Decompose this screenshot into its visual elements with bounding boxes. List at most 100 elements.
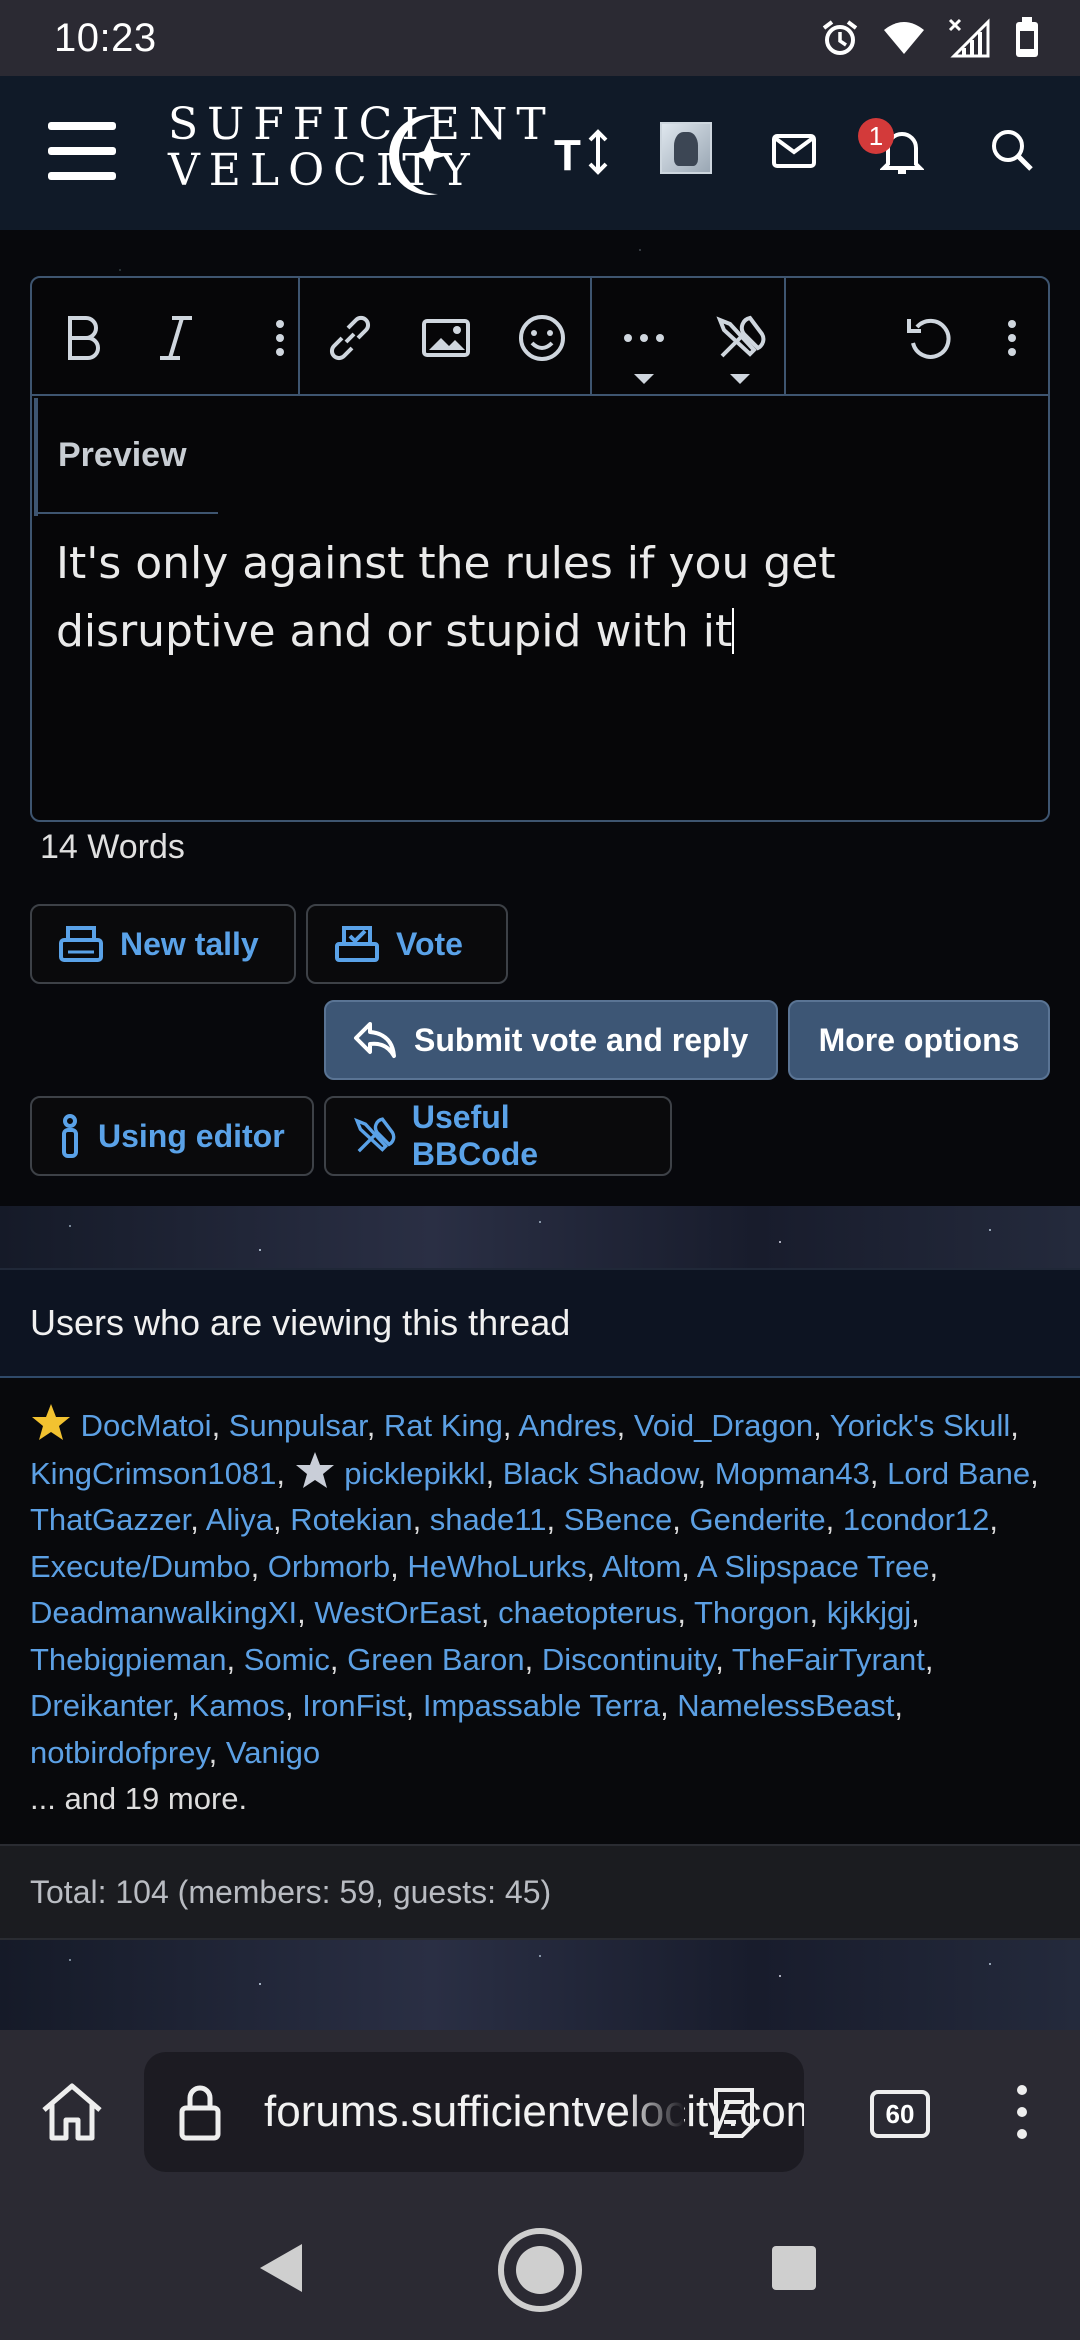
user-link[interactable]: NamelessBeast — [677, 1688, 894, 1723]
emoji-icon[interactable] — [510, 306, 574, 370]
user-link[interactable]: HeWhoLurks — [407, 1549, 586, 1584]
useful-bbcode-button[interactable]: Useful BBCode — [324, 1096, 672, 1176]
user-link[interactable]: Impassable Terra — [423, 1688, 660, 1723]
user-link[interactable]: kjkkjgj — [827, 1595, 911, 1630]
user-link[interactable]: Orbmorb — [268, 1549, 390, 1584]
user-link[interactable]: Yorick's Skull — [830, 1408, 1011, 1443]
user-link[interactable]: A Slipspace Tree — [697, 1549, 930, 1584]
user-link[interactable]: Aliya — [206, 1502, 273, 1537]
user-link[interactable]: Discontinuity — [542, 1642, 715, 1677]
more-vertical-icon[interactable] — [260, 306, 300, 370]
more-horizontal-icon[interactable] — [612, 306, 676, 370]
user-link[interactable]: Green Baron — [347, 1642, 525, 1677]
lock-icon — [179, 2085, 221, 2141]
user-link[interactable]: Dreikanter — [30, 1688, 171, 1723]
more-users[interactable]: ... and 19 more. — [30, 1776, 1050, 1823]
notification-badge: 1 — [858, 118, 894, 154]
status-icons — [820, 17, 1040, 59]
viewers-list: DocMatoi, Sunpulsar, Rat King, Andres, V… — [0, 1378, 1080, 1844]
user-link[interactable]: notbirdofprey — [30, 1735, 209, 1770]
search-icon[interactable] — [990, 128, 1034, 172]
star-icon — [32, 1404, 70, 1440]
mail-icon[interactable] — [772, 134, 816, 170]
user-link[interactable]: Black Shadow — [503, 1456, 698, 1491]
user-link[interactable]: Genderite — [690, 1502, 826, 1537]
text-size-icon[interactable]: T — [554, 124, 610, 180]
home-button-icon[interactable] — [496, 2226, 584, 2314]
menu-icon[interactable] — [48, 122, 120, 182]
user-link[interactable]: WestOrEast — [314, 1595, 481, 1630]
user-link[interactable]: Andres — [518, 1408, 616, 1443]
user-link[interactable]: picklepikkl — [344, 1456, 485, 1491]
browser-menu-icon[interactable] — [1016, 2082, 1028, 2142]
vote-button[interactable]: Vote — [306, 904, 508, 984]
user-link[interactable]: Void_Dragon — [634, 1408, 813, 1443]
avatar[interactable] — [660, 122, 712, 174]
user-link[interactable]: Sunpulsar — [229, 1408, 367, 1443]
user-link[interactable]: Somic — [244, 1642, 330, 1677]
user-link[interactable]: DeadmanwalkingXI — [30, 1595, 297, 1630]
using-editor-label: Using editor — [98, 1117, 285, 1154]
text-caret — [732, 608, 735, 654]
user-link[interactable]: Lord Bane — [887, 1456, 1030, 1491]
user-link[interactable]: Thebigpieman — [30, 1642, 226, 1677]
recents-icon[interactable] — [770, 2244, 818, 2292]
android-nav-bar — [0, 2198, 1080, 2340]
user-link[interactable]: chaetopterus — [498, 1595, 677, 1630]
editor-toolbar — [32, 278, 1048, 396]
more-options-button[interactable]: More options — [788, 1000, 1050, 1080]
undo-icon[interactable] — [898, 306, 962, 370]
reader-mode-icon[interactable] — [710, 2086, 758, 2138]
user-link[interactable]: Thorgon — [694, 1595, 809, 1630]
user-link[interactable]: Rotekian — [290, 1502, 412, 1537]
bold-icon[interactable] — [52, 306, 116, 370]
back-icon[interactable] — [256, 2240, 306, 2296]
more-vertical-icon[interactable] — [992, 306, 1032, 370]
logo-star-icon — [389, 115, 448, 195]
preview-label: Preview — [58, 436, 187, 474]
editor-content[interactable]: It's only against the rules if you get d… — [56, 530, 1026, 666]
viewers-total-text: Total: 104 (members: 59, guests: 45) — [30, 1873, 552, 1910]
image-icon[interactable] — [414, 306, 478, 370]
section-divider — [0, 1206, 1080, 1268]
submit-vote-reply-label: Submit vote and reply — [414, 1021, 749, 1058]
tab-preview[interactable]: Preview — [34, 398, 218, 516]
home-icon[interactable] — [38, 2080, 106, 2144]
ballot-icon — [335, 926, 379, 962]
new-tally-button[interactable]: New tally — [30, 904, 296, 984]
signal-icon — [948, 18, 990, 58]
svg-text:T: T — [554, 131, 581, 180]
printer-icon — [59, 926, 103, 962]
star-icon — [295, 1451, 334, 1488]
user-link[interactable]: KingCrimson1081 — [30, 1456, 276, 1491]
user-link[interactable]: TheFairTyrant — [732, 1642, 925, 1677]
viewers-header: Users who are viewing this thread — [0, 1268, 1080, 1378]
user-link[interactable]: Vanigo — [226, 1735, 320, 1770]
user-link[interactable]: 1condor12 — [843, 1502, 990, 1537]
user-link[interactable]: Rat King — [384, 1408, 503, 1443]
status-time: 10:23 — [54, 15, 157, 60]
user-link[interactable]: DocMatoi — [81, 1408, 212, 1443]
user-link[interactable]: Kamos — [189, 1688, 285, 1723]
user-link[interactable]: SBence — [564, 1502, 673, 1537]
tabs-counter[interactable]: 60 — [870, 2090, 930, 2138]
user-link[interactable]: Mopman43 — [715, 1456, 870, 1491]
battery-icon — [1016, 17, 1038, 57]
submit-vote-reply-button[interactable]: Submit vote and reply — [324, 1000, 778, 1080]
user-link[interactable]: shade11 — [430, 1502, 547, 1537]
tab-count: 60 — [885, 2098, 915, 2129]
url-bar[interactable]: forums.sufficientvelocity.com — [144, 2052, 804, 2172]
user-link[interactable]: Altom — [602, 1549, 681, 1584]
chevron-down-icon — [634, 374, 654, 384]
tools-icon[interactable] — [708, 306, 772, 370]
site-logo[interactable]: SUFFICIENT VELOCITY — [168, 102, 546, 206]
user-link[interactable]: Execute/Dumbo — [30, 1549, 251, 1584]
link-icon[interactable] — [318, 306, 382, 370]
rich-text-editor[interactable]: Preview It's only against the rules if y… — [30, 276, 1050, 822]
using-editor-button[interactable]: Using editor — [30, 1096, 314, 1176]
italic-icon[interactable] — [144, 306, 208, 370]
word-count: 14 Words — [40, 828, 185, 866]
user-link[interactable]: ThatGazzer — [30, 1502, 190, 1537]
user-link[interactable]: IronFist — [302, 1688, 405, 1723]
site-header: SUFFICIENT VELOCITY T 1 — [0, 76, 1080, 230]
